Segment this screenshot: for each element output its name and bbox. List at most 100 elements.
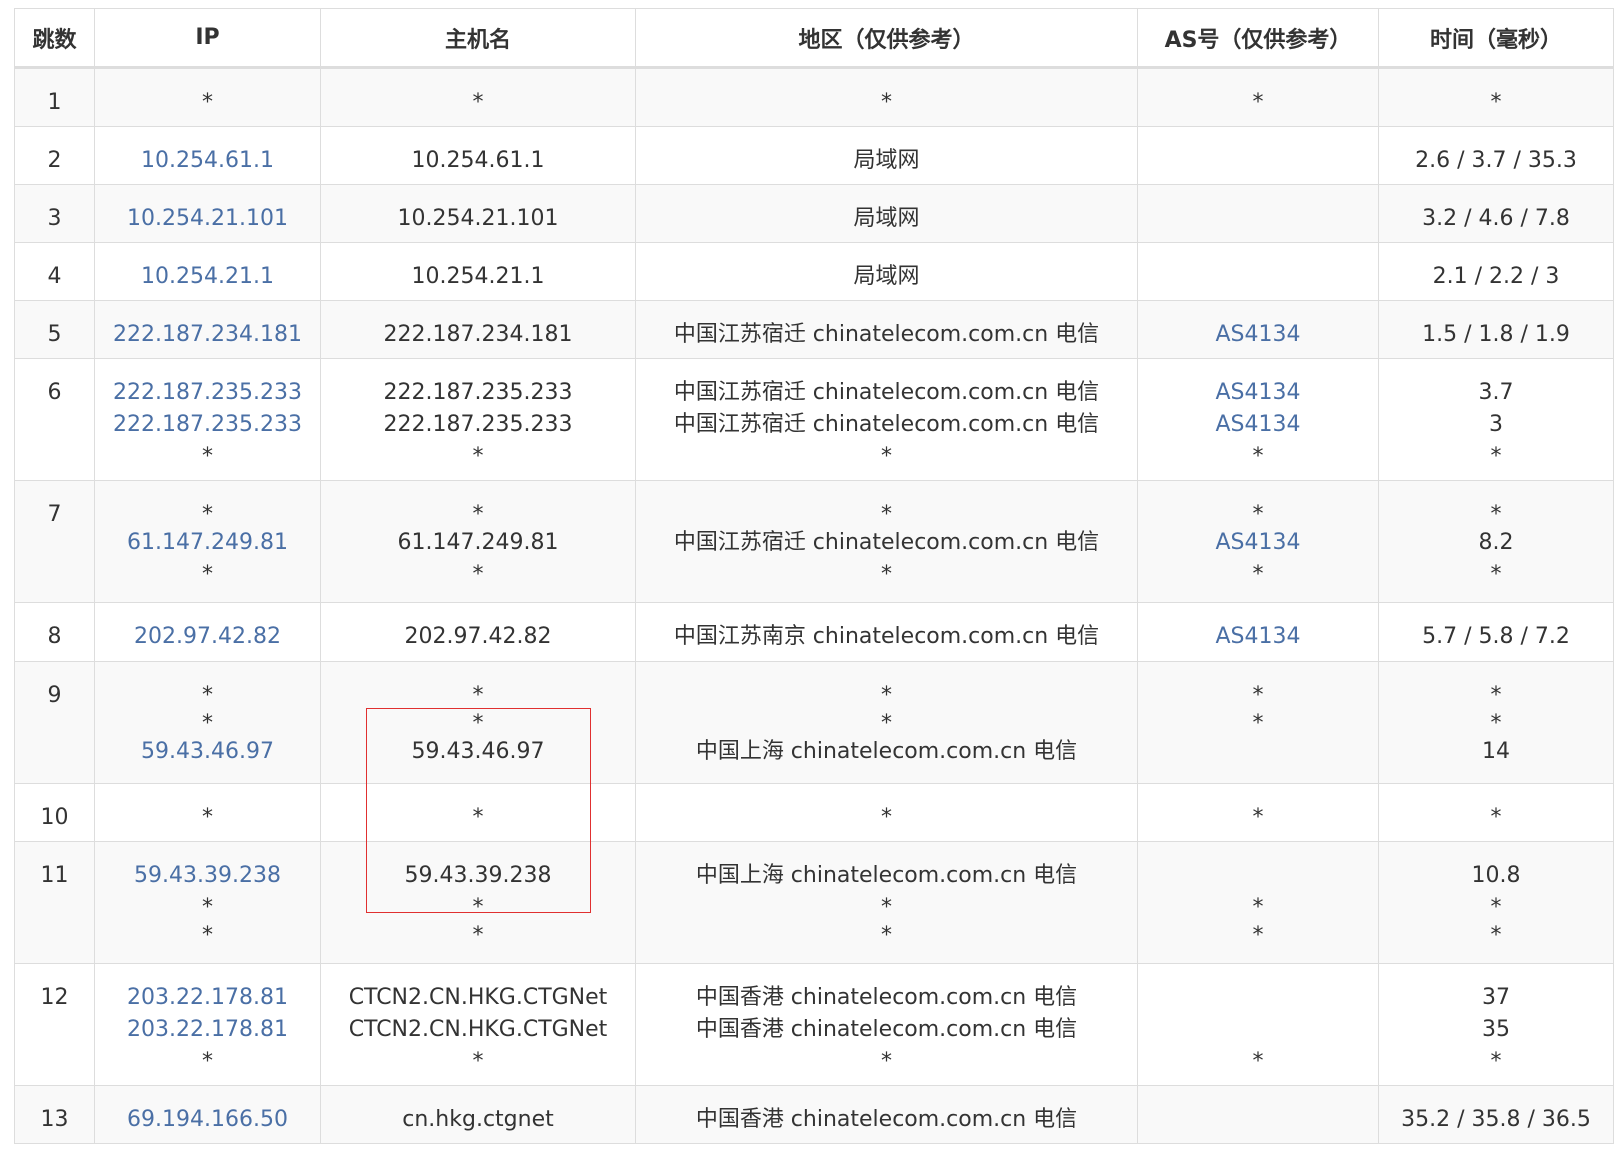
table-row: 13 69.194.166.50 cn.hkg.ctgnet 中国香港 chinate… xyxy=(14,1085,1614,1144)
asn-link[interactable]: AS4134 xyxy=(1144,319,1372,351)
hostname-cell: 10.254.21.101 xyxy=(320,184,636,243)
ip-cell: * 61.147.249.81 * xyxy=(94,480,321,603)
region-value: 局域网 xyxy=(853,148,920,173)
asn-value xyxy=(1144,860,1372,892)
ip-link[interactable]: 69.194.166.50 xyxy=(101,1104,314,1136)
region-value: * xyxy=(881,90,892,115)
time-cell: 2.6 / 3.7 / 35.3 xyxy=(1378,126,1614,185)
region-cell: * * 中国上海 chinatelecom.com.cn 电信 xyxy=(635,661,1138,784)
asn-value xyxy=(1144,1104,1372,1136)
asn-link[interactable]: AS4134 xyxy=(1144,377,1372,409)
time-value: * xyxy=(1490,895,1502,920)
host-value: * xyxy=(472,562,484,587)
asn-value: * xyxy=(1252,90,1264,115)
time-cell: 10.8 * * xyxy=(1378,841,1614,964)
ip-cell: * * 59.43.46.97 xyxy=(94,661,321,784)
ip-link[interactable]: 203.22.178.81 xyxy=(101,982,314,1014)
time-cell: 37 35 * xyxy=(1378,963,1614,1086)
ip-value: * xyxy=(202,711,213,736)
hop-number: 10 xyxy=(14,783,95,842)
hostname-cell: CTCN2.CN.HKG.CTGNet CTCN2.CN.HKG.CTGNet * xyxy=(320,963,636,1086)
region-cell: * xyxy=(635,783,1138,842)
ip-link[interactable]: 222.187.235.233 xyxy=(101,377,314,409)
hop-number: 8 xyxy=(14,602,95,662)
asn-value: * xyxy=(1252,895,1264,920)
host-value: 10.254.61.1 xyxy=(411,148,545,173)
ip-link[interactable]: 59.43.39.238 xyxy=(101,860,314,892)
time-cell: 5.7 / 5.8 / 7.2 xyxy=(1378,602,1614,662)
asn-value: * xyxy=(1252,805,1264,830)
ip-value: * xyxy=(202,444,213,469)
asn-link[interactable]: AS4134 xyxy=(1144,527,1372,559)
ip-cell: 59.43.39.238 * * xyxy=(94,841,321,964)
region-value: * xyxy=(881,805,892,830)
hop-number: 6 xyxy=(14,358,95,481)
ip-link[interactable]: 203.22.178.81 xyxy=(101,1014,314,1046)
asn-cell: * * xyxy=(1137,841,1379,964)
ip-cell: * xyxy=(94,783,321,842)
hostname-cell: * xyxy=(320,67,636,127)
region-value: * xyxy=(881,1049,892,1074)
host-value: * xyxy=(472,683,484,708)
asn-cell xyxy=(1137,1085,1379,1144)
ip-link[interactable]: 59.43.46.97 xyxy=(101,736,314,768)
asn-link[interactable]: AS4134 xyxy=(1144,409,1372,441)
host-value: * xyxy=(472,895,484,920)
ip-link[interactable]: 10.254.21.1 xyxy=(101,261,314,293)
ip-link[interactable]: 222.187.235.233 xyxy=(101,409,314,441)
asn-value: * xyxy=(1252,562,1264,587)
time-value: 2.1 / 2.2 / 3 xyxy=(1432,264,1560,289)
region-value: 中国江苏宿迁 chinatelecom.com.cn 电信 xyxy=(673,322,1100,347)
time-value: 10.8 xyxy=(1471,863,1521,888)
hop-number: 1 xyxy=(14,67,95,127)
hop-number: 3 xyxy=(14,184,95,243)
ip-value: * xyxy=(202,562,213,587)
time-value: * xyxy=(1490,90,1502,115)
ip-value: * xyxy=(202,1049,213,1074)
region-cell: 局域网 xyxy=(635,184,1138,243)
host-value: 59.43.39.238 xyxy=(404,863,552,888)
host-value: 10.254.21.1 xyxy=(411,264,545,289)
ip-cell: * xyxy=(94,67,321,127)
asn-cell xyxy=(1137,184,1379,243)
hostname-cell: * * 59.43.46.97 xyxy=(320,661,636,784)
table-row: 1 * * * * * xyxy=(14,67,1614,127)
time-value: 14 xyxy=(1482,739,1510,764)
asn-value: * xyxy=(1252,502,1264,527)
asn-value: * xyxy=(1252,1049,1264,1074)
time-value: * xyxy=(1490,805,1502,830)
ip-cell: 10.254.21.1 xyxy=(94,242,321,301)
hop-number: 11 xyxy=(14,841,95,964)
hostname-cell: cn.hkg.ctgnet xyxy=(320,1085,636,1144)
asn-value: * xyxy=(1252,444,1264,469)
table-row: 5 222.187.234.181 222.187.234.181 中国江苏宿迁 ch… xyxy=(14,300,1614,359)
host-value: 222.187.234.181 xyxy=(383,322,573,347)
time-cell: * xyxy=(1378,67,1614,127)
header-ip: IP xyxy=(94,8,321,69)
time-value: * xyxy=(1490,444,1502,469)
asn-link[interactable]: AS4134 xyxy=(1144,621,1372,653)
time-cell: * xyxy=(1378,783,1614,842)
host-value: 59.43.46.97 xyxy=(411,739,545,764)
hostname-cell: 202.97.42.82 xyxy=(320,602,636,662)
hop-number: 13 xyxy=(14,1085,95,1144)
ip-link[interactable]: 61.147.249.81 xyxy=(101,527,314,559)
ip-link[interactable]: 222.187.234.181 xyxy=(101,319,314,351)
hop-number: 7 xyxy=(14,480,95,603)
region-cell: 局域网 xyxy=(635,242,1138,301)
region-value: 中国江苏宿迁 chinatelecom.com.cn 电信 xyxy=(673,412,1100,437)
host-value: * xyxy=(472,444,484,469)
ip-link[interactable]: 202.97.42.82 xyxy=(101,621,314,653)
ip-link[interactable]: 10.254.61.1 xyxy=(101,145,314,177)
asn-cell: * xyxy=(1137,67,1379,127)
time-value: * xyxy=(1490,711,1502,736)
region-value: 局域网 xyxy=(853,264,920,289)
ip-link[interactable]: 10.254.21.101 xyxy=(101,203,314,235)
header-asn: AS号（仅供参考） xyxy=(1137,8,1379,69)
time-value: 8.2 xyxy=(1478,530,1514,555)
time-cell: 3.7 3 * xyxy=(1378,358,1614,481)
hostname-cell: * xyxy=(320,783,636,842)
host-value: * xyxy=(472,711,484,736)
host-value: 222.187.235.233 xyxy=(383,380,573,405)
time-value: 37 xyxy=(1482,985,1510,1010)
